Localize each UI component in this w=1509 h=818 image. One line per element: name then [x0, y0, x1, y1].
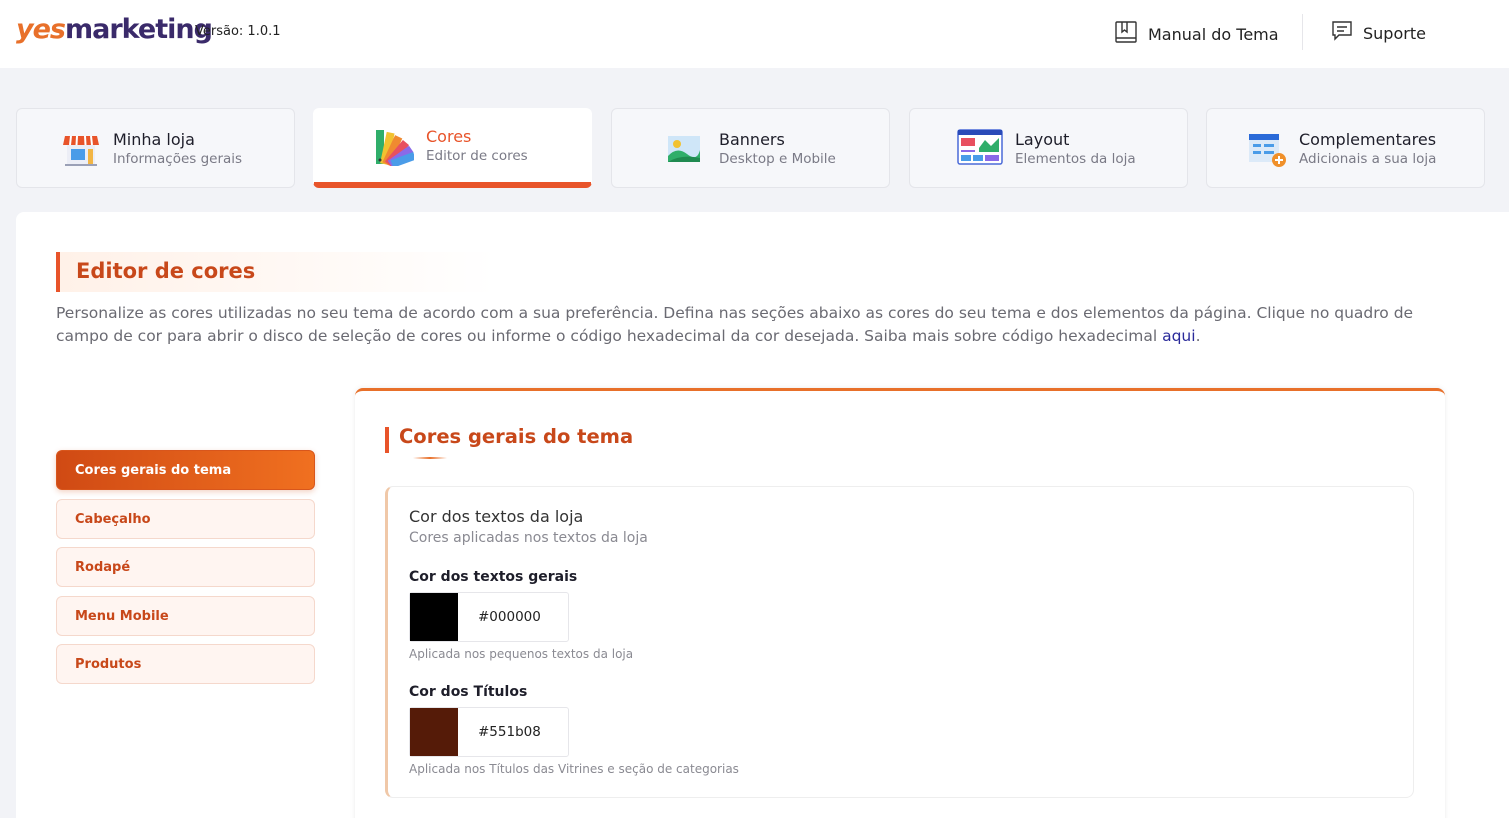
yesmarketing-logo[interactable]: yesmarketing [16, 14, 213, 45]
support-label: Suporte [1363, 23, 1426, 43]
image-icon [667, 128, 707, 168]
color-swatch[interactable] [410, 708, 458, 756]
tab-subtitle: Editor de cores [426, 148, 528, 164]
tab-title: Layout [1015, 129, 1070, 149]
hex-input[interactable]: #551b08 [458, 708, 568, 756]
page-intro: Personalize as cores utilizadas no seu t… [56, 304, 1414, 345]
card-title-accent [385, 427, 389, 453]
sidebar-item-produtos[interactable]: Produtos [56, 644, 315, 684]
manual-label: Manual do Tema [1148, 24, 1279, 44]
book-icon [1114, 20, 1138, 48]
page-title: Editor de cores [76, 259, 256, 283]
general-text-color-field[interactable]: #000000 [409, 592, 569, 642]
store-icon [61, 128, 101, 168]
tab-subtitle: Elementos da loja [1015, 150, 1136, 167]
color-swatch[interactable] [410, 593, 458, 641]
hex-input[interactable]: #000000 [458, 593, 568, 641]
tab-layout[interactable]: Layout Elementos da loja [909, 108, 1188, 188]
general-text-color-label: Cor dos textos gerais [409, 569, 578, 585]
sidebar-item-menu-mobile[interactable]: Menu Mobile [56, 596, 315, 636]
tab-cores[interactable]: Cores Editor de cores [313, 108, 592, 188]
sidebar-item-rodape[interactable]: Rodapé [56, 547, 315, 587]
card-title-underline [413, 457, 447, 459]
layout-icon [957, 128, 1003, 168]
sidebar-item-cabecalho[interactable]: Cabeçalho [56, 499, 315, 539]
main-panel: Editor de cores Personalize as cores uti… [16, 212, 1509, 818]
sidebar-item-cores-gerais[interactable]: Cores gerais do tema [56, 450, 315, 490]
text-colors-section: Cor dos textos da loja Cores aplicadas n… [385, 486, 1414, 798]
section-subtitle: Cores aplicadas nos textos da loja [409, 530, 648, 546]
addons-icon [1247, 128, 1287, 168]
tab-title: Cores [426, 127, 472, 146]
chat-icon [1331, 20, 1353, 46]
card-title: Cores gerais do tema [399, 425, 634, 448]
tab-subtitle: Adicionais a sua loja [1299, 150, 1437, 167]
field-help-text: Aplicada nos Títulos das Vitrines e seçã… [409, 762, 739, 776]
tab-banners[interactable]: Banners Desktop e Mobile [611, 108, 890, 188]
version-label: Versão: 1.0.1 [195, 24, 281, 39]
tab-title: Complementares [1299, 129, 1437, 149]
tab-minha-loja[interactable]: Minha loja Informações gerais [16, 108, 295, 188]
tab-title: Minha loja [113, 129, 195, 149]
color-settings-card: Cores gerais do tema Cor dos textos da l… [355, 388, 1445, 818]
theme-manual-link[interactable]: Manual do Tema [1114, 20, 1279, 48]
tab-title: Banners [719, 129, 785, 149]
title-color-field[interactable]: #551b08 [409, 707, 569, 757]
page-heading: Editor de cores [56, 252, 496, 292]
hex-info-link[interactable]: aqui [1162, 327, 1195, 345]
tab-subtitle: Informações gerais [113, 150, 243, 167]
header-divider [1302, 14, 1303, 50]
support-link[interactable]: Suporte [1331, 20, 1426, 46]
tab-complementares[interactable]: Complementares Adicionais a sua loja [1206, 108, 1485, 188]
tab-subtitle: Desktop e Mobile [719, 150, 836, 167]
palette-icon [374, 126, 416, 168]
field-help-text: Aplicada nos pequenos textos da loja [409, 647, 634, 661]
title-color-label: Cor dos Títulos [409, 684, 528, 700]
top-header: yesmarketing Versão: 1.0.1 Manual do Tem… [0, 0, 1509, 68]
section-title: Cor dos textos da loja [409, 507, 584, 526]
